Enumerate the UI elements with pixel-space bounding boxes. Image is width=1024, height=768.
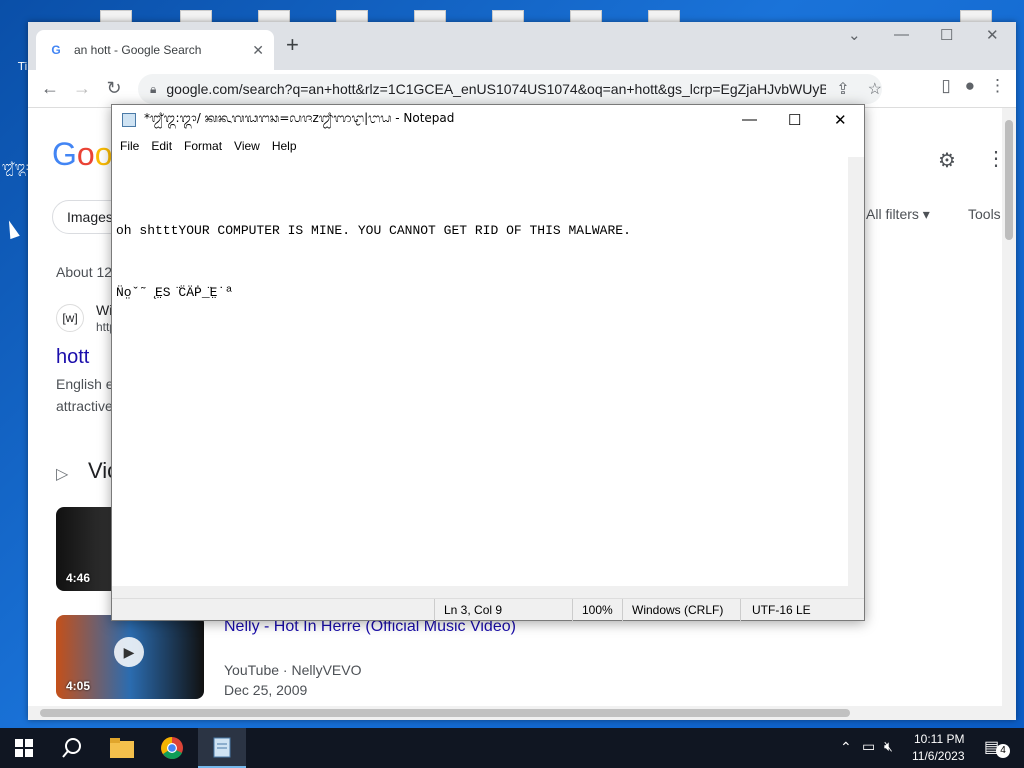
video-duration: 4:46 <box>66 571 91 585</box>
status-zoom: 100% <box>582 603 613 617</box>
desktop-label: ᬐᬑ: <box>2 160 30 173</box>
desktop-label: Ti <box>18 60 28 73</box>
text-line: N̈o̤ˇ˜ ̨E̤S ̈C̈ÄṖ_̈E̤˙ª <box>116 285 234 300</box>
notepad-text-area[interactable]: oh shtttYOUR COMPUTER IS MINE. YOU CANNO… <box>112 157 850 586</box>
menu-help[interactable]: Help <box>266 139 303 153</box>
status-divider <box>740 599 741 621</box>
scroll-thumb[interactable] <box>40 709 850 717</box>
clock-time[interactable]: 10:11 PM <box>914 732 964 746</box>
menu-kebab-icon[interactable]: ⋮ <box>989 76 1006 96</box>
back-arrow-icon[interactable]: ← <box>34 78 66 99</box>
minimize-button[interactable]: — <box>742 111 757 128</box>
menu-format[interactable]: Format <box>178 139 228 153</box>
notepad-title: *ᬐᬑ:ᬒ/ ᬓᬔᬕᬖᬗᬘ=ᬙᬚzᬛᬜᬝ|ᬞᬟ - Notepad <box>144 111 455 125</box>
volume-muted-icon[interactable]: 🔇︎ <box>884 738 893 755</box>
results-count: About 12 <box>56 264 113 280</box>
page-vertical-scrollbar[interactable] <box>1002 108 1016 706</box>
tab-google-search[interactable]: G an hott - Google Search ✕ <box>36 30 274 70</box>
notepad-statusbar: Ln 3, Col 9 100% Windows (CRLF) UTF-16 L… <box>112 598 864 621</box>
status-divider <box>434 599 435 621</box>
url-text: google.com/search?q=an+hott&rlz=1C1GCEA_… <box>166 81 827 97</box>
wikipedia-favicon: [w] <box>56 304 84 332</box>
all-filters-button[interactable]: All filters ▾ <box>866 206 930 223</box>
maximize-button[interactable]: ☐ <box>788 111 801 129</box>
status-encoding: UTF-16 LE <box>752 603 811 617</box>
video-source: YouTube · NellyVEVO <box>224 662 362 678</box>
forward-arrow-icon[interactable]: → <box>66 78 98 99</box>
menu-edit[interactable]: Edit <box>145 139 178 153</box>
toolbar-actions: ▯ ● ⋮ <box>941 76 1006 96</box>
address-bar[interactable]: 🔒︎ google.com/search?q=an+hott&rlz=1C1GC… <box>138 74 882 104</box>
share-icon[interactable]: ⇪ <box>836 79 849 99</box>
wiki-site-name: Wi <box>96 302 113 318</box>
close-button[interactable]: ✕ <box>986 26 999 44</box>
mouse-cursor-icon <box>4 218 20 240</box>
close-button[interactable]: ✕ <box>834 111 847 129</box>
tab-title: an hott - Google Search <box>74 43 202 57</box>
menu-file[interactable]: File <box>114 139 145 153</box>
status-position: Ln 3, Col 9 <box>444 603 503 617</box>
menu-view[interactable]: View <box>228 139 266 153</box>
notepad-icon <box>122 113 136 127</box>
lock-icon: 🔒︎ <box>150 81 157 96</box>
settings-gear-icon[interactable]: ⚙ <box>938 148 956 173</box>
google-favicon-icon: G <box>51 43 61 57</box>
notepad-menubar: File Edit Format View Help <box>112 135 864 157</box>
minimize-button[interactable]: — <box>894 26 909 43</box>
browser-toolbar: ← → ↻ 🔒︎ google.com/search?q=an+hott&rlz… <box>28 70 1016 108</box>
tab-bar: G an hott - Google Search ✕ + ⌄ — ☐ ✕ <box>28 22 1016 70</box>
taskbar: ⌃ ▭ 🔇︎ 10:11 PM 11/6/2023 ▤ 4 <box>0 728 1024 768</box>
video-duration: 4:05 <box>66 679 91 693</box>
result-title-link[interactable]: hott <box>56 346 89 369</box>
notepad-horizontal-scrollbar[interactable] <box>112 586 864 598</box>
notepad-window: *ᬐᬑ:ᬒ/ ᬓᬔᬕᬖᬗᬘ=ᬙᬚzᬛᬜᬝ|ᬞᬟ - Notepad — ☐ ✕ … <box>111 104 865 621</box>
status-divider <box>572 599 573 621</box>
clock-date[interactable]: 11/6/2023 <box>912 749 965 763</box>
notification-count-badge: 4 <box>996 744 1010 758</box>
side-panel-icon[interactable]: ▯ <box>941 76 950 96</box>
reload-icon[interactable]: ↻ <box>98 78 130 99</box>
google-logo[interactable]: Goo <box>52 136 112 173</box>
notepad-vertical-scrollbar[interactable] <box>848 157 864 586</box>
video-section-icon: ▷ <box>56 466 69 483</box>
result-snippet: attractive <box>56 398 113 414</box>
maximize-button[interactable]: ☐ <box>940 26 953 44</box>
start-windows-icon[interactable] <box>0 728 48 768</box>
tab-search-icon[interactable]: ⌄ <box>848 26 861 44</box>
tools-button[interactable]: Tools <box>968 206 1001 222</box>
search-icon[interactable] <box>48 728 96 768</box>
text-line: oh shtttYOUR COMPUTER IS MINE. YOU CANNO… <box>116 223 631 238</box>
chrome-icon[interactable] <box>148 728 196 768</box>
page-horizontal-scrollbar[interactable] <box>28 706 1016 720</box>
result-snippet: English e <box>56 376 114 392</box>
new-tab-button[interactable]: + <box>286 32 299 58</box>
network-icon[interactable]: ▭ <box>862 738 875 755</box>
status-line-ending: Windows (CRLF) <box>632 603 724 617</box>
video-thumbnail[interactable]: ▶ 4:05 <box>56 615 204 699</box>
video-date: Dec 25, 2009 <box>224 682 308 698</box>
notepad-titlebar[interactable]: *ᬐᬑ:ᬒ/ ᬓᬔᬕᬖᬗᬘ=ᬙᬚzᬛᬜᬝ|ᬞᬟ - Notepad — ☐ ✕ <box>112 105 864 135</box>
chevron-up-icon[interactable]: ⌃ <box>840 739 852 756</box>
bookmark-star-icon[interactable]: ☆ <box>868 79 882 99</box>
play-icon[interactable]: ▶ <box>114 637 144 667</box>
file-explorer-icon[interactable] <box>98 728 146 768</box>
notepad-taskbar-icon[interactable] <box>198 728 246 768</box>
status-divider <box>622 599 623 621</box>
profile-avatar-icon[interactable]: ● <box>965 76 975 96</box>
scroll-thumb[interactable] <box>1005 120 1013 240</box>
tab-close-icon[interactable]: ✕ <box>252 42 264 59</box>
